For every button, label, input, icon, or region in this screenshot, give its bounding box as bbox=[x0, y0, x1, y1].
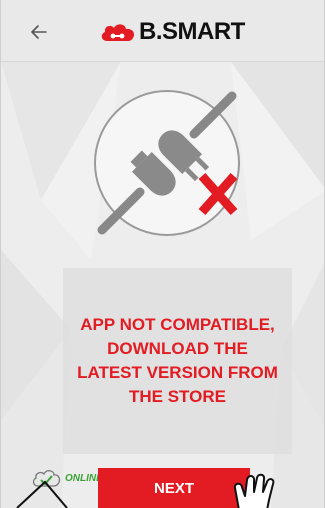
app-header: B.SMART bbox=[1, 0, 324, 62]
next-button[interactable]: NEXT bbox=[98, 468, 250, 508]
cloud-logo-icon bbox=[101, 24, 135, 41]
arrow-left-icon bbox=[31, 25, 47, 39]
error-message-box: APP NOT COMPATIBLE, DOWNLOAD THE LATEST … bbox=[63, 268, 292, 454]
brand-name: B.SMART bbox=[139, 18, 245, 45]
error-message: APP NOT COMPATIBLE, DOWNLOAD THE LATEST … bbox=[77, 315, 278, 406]
red-x-icon bbox=[198, 173, 238, 215]
hand-pointer-icon bbox=[233, 473, 275, 508]
screen: B.SMART APP NOT COMPATIBLE, DOWNLOAD THE… bbox=[0, 0, 325, 508]
illustration-circle bbox=[94, 90, 240, 236]
back-button[interactable] bbox=[27, 20, 51, 44]
hand-outline-left-icon bbox=[16, 480, 68, 508]
brand-logo: B.SMART bbox=[99, 17, 245, 47]
